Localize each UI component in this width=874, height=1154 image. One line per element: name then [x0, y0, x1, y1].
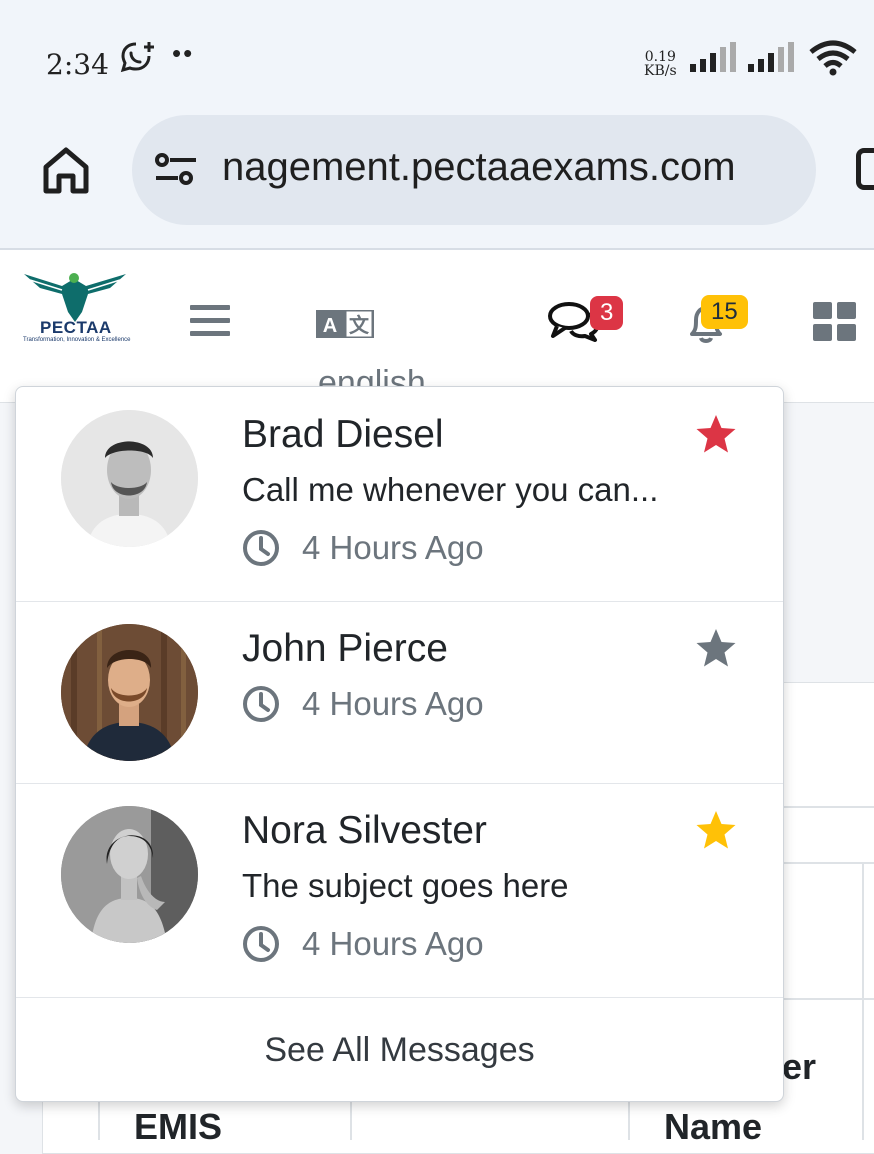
- avatar: [61, 806, 198, 943]
- status-time: 2:34: [46, 48, 109, 81]
- message-sender: Brad Diesel: [242, 413, 444, 456]
- table-header-emis: EMIS: [134, 1106, 223, 1147]
- tune-icon[interactable]: [154, 150, 198, 190]
- messages-dropdown: Brad Diesel Call me whenever you can... …: [15, 386, 784, 1102]
- notifications-badge: 15: [701, 295, 748, 329]
- table-header-fragment: er: [782, 1046, 817, 1087]
- table-rule: [782, 998, 874, 1000]
- network-speed-value: 0.19: [644, 49, 676, 65]
- network-speed-unit: KB/s: [644, 63, 677, 79]
- message-time: 4 Hours Ago: [302, 685, 484, 722]
- avatar: [61, 624, 198, 761]
- translate-icon[interactable]: A 文: [316, 310, 374, 338]
- table-rule: [782, 806, 874, 808]
- message-subject: Call me whenever you can...: [242, 471, 659, 508]
- home-icon[interactable]: [40, 145, 92, 197]
- message-sender: John Pierce: [242, 627, 448, 670]
- tabs-icon[interactable]: [856, 148, 874, 190]
- table-header-name: Name: [664, 1106, 763, 1147]
- star-icon[interactable]: [694, 627, 738, 669]
- network-speed: 0.19 KB/s: [644, 50, 677, 78]
- star-icon[interactable]: [694, 413, 738, 455]
- message-sender: Nora Silvester: [242, 809, 487, 852]
- apps-grid-icon[interactable]: [813, 302, 857, 342]
- clock-icon: [243, 686, 279, 722]
- svg-text:A: A: [323, 315, 337, 337]
- svg-text:文: 文: [349, 313, 370, 337]
- url-text[interactable]: nagement.pectaaexams.com: [222, 145, 802, 190]
- message-time: 4 Hours Ago: [302, 925, 484, 962]
- message-item[interactable]: Brad Diesel Call me whenever you can... …: [16, 387, 783, 602]
- table-rule: [782, 862, 874, 864]
- star-icon[interactable]: [694, 809, 738, 851]
- message-time: 4 Hours Ago: [302, 529, 484, 566]
- signal-icon: [748, 42, 794, 72]
- status-dots: ••: [172, 38, 195, 68]
- see-all-messages-link[interactable]: See All Messages: [16, 999, 783, 1101]
- clock-icon: [243, 530, 279, 566]
- clock-icon: [243, 926, 279, 962]
- logo-text: PECTAA: [40, 318, 112, 337]
- logo-tagline: Transformation, Innovation & Excellence: [23, 337, 131, 343]
- messages-badge: 3: [590, 296, 624, 330]
- message-subject: The subject goes here: [242, 867, 569, 904]
- whatsapp-icon: [120, 40, 158, 79]
- message-item[interactable]: John Pierce 4 Hours Ago: [16, 601, 783, 784]
- wifi-icon: [809, 40, 857, 76]
- message-item[interactable]: Nora Silvester The subject goes here 4 H…: [16, 783, 783, 998]
- table-rule: [862, 862, 864, 1140]
- table-rule: [350, 1100, 352, 1140]
- avatar: [61, 410, 198, 547]
- table-rule: [628, 1100, 630, 1140]
- signal-icon: [690, 42, 736, 72]
- menu-icon[interactable]: [190, 305, 230, 344]
- table-rule: [98, 1100, 100, 1140]
